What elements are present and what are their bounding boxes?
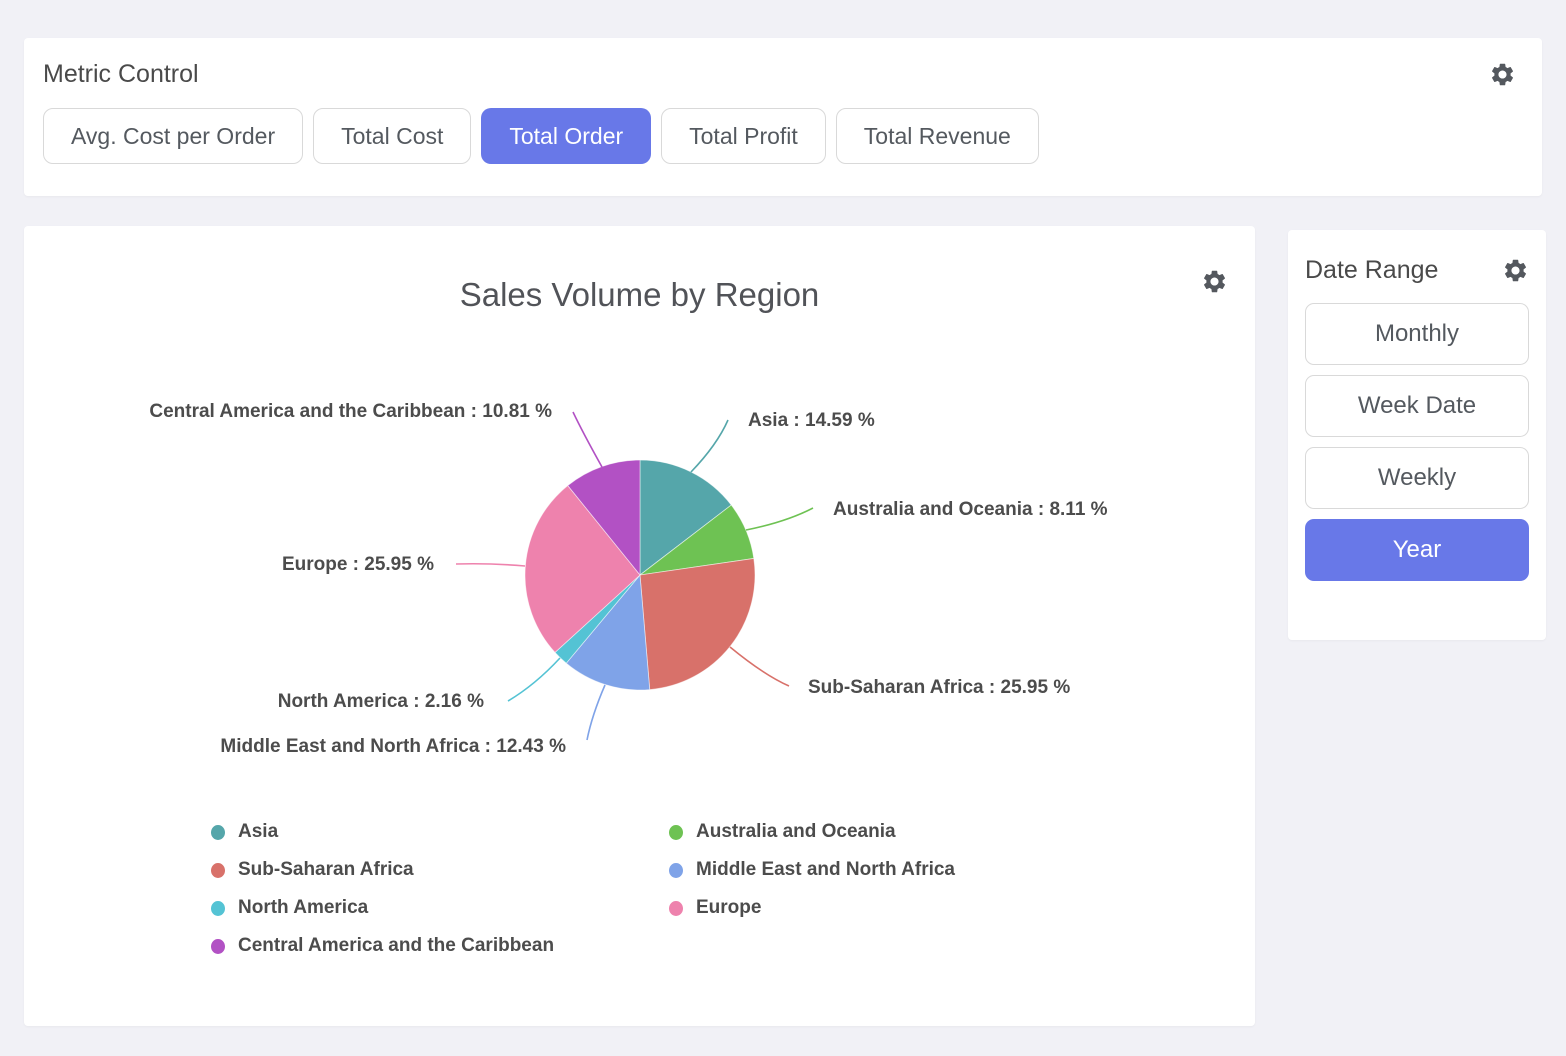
metric-control-title: Metric Control bbox=[43, 60, 199, 89]
pie-slices[interactable] bbox=[525, 460, 755, 690]
leader-line-north-america bbox=[508, 658, 560, 701]
metric-button-total-cost[interactable]: Total Cost bbox=[313, 108, 471, 164]
pie-chart[interactable] bbox=[24, 226, 1255, 1026]
legend-item-asia[interactable]: Asia bbox=[211, 813, 554, 851]
leader-line-central-america-and-the-caribbean bbox=[573, 412, 602, 467]
leader-line-sub-saharan-africa bbox=[730, 647, 789, 686]
pie-label-australia-and-oceania: Australia and Oceania : 8.11 % bbox=[833, 499, 1108, 521]
legend-item-middle-east-and-north-africa[interactable]: Middle East and North Africa bbox=[669, 851, 955, 889]
date-range-title: Date Range bbox=[1305, 256, 1438, 285]
pie-label-middle-east-and-north-africa: Middle East and North Africa : 12.43 % bbox=[220, 736, 566, 758]
metric-button-total-order[interactable]: Total Order bbox=[481, 108, 651, 164]
legend-label-central-america-and-the-caribbean: Central America and the Caribbean bbox=[238, 935, 554, 957]
legend-dot-sub-saharan-africa bbox=[211, 863, 225, 878]
legend-dot-asia bbox=[211, 825, 225, 840]
leader-line-middle-east-and-north-africa bbox=[587, 685, 605, 740]
date-range-button-monthly[interactable]: Monthly bbox=[1305, 303, 1529, 365]
pie-label-europe: Europe : 25.95 % bbox=[282, 554, 434, 576]
metric-control-header: Metric Control bbox=[43, 60, 1516, 89]
metric-control-card: Metric Control Avg. Cost per Order Total… bbox=[24, 38, 1542, 196]
legend-item-sub-saharan-africa[interactable]: Sub-Saharan Africa bbox=[211, 851, 554, 889]
pie-label-asia: Asia : 14.59 % bbox=[748, 410, 875, 432]
date-range-card: Date Range Monthly Week Date Weekly Year bbox=[1288, 230, 1546, 640]
leader-line-australia-and-oceania bbox=[746, 508, 813, 530]
metric-button-avg-cost-per-order[interactable]: Avg. Cost per Order bbox=[43, 108, 303, 164]
legend-dot-middle-east-and-north-africa bbox=[669, 863, 683, 878]
legend-label-middle-east-and-north-africa: Middle East and North Africa bbox=[696, 859, 955, 881]
gear-icon[interactable] bbox=[1489, 61, 1516, 88]
pie-label-central-america-and-the-caribbean: Central America and the Caribbean : 10.8… bbox=[149, 401, 552, 423]
sales-volume-chart-card: Sales Volume by Region Asia : 14.59 % Au… bbox=[24, 226, 1255, 1026]
gear-icon[interactable] bbox=[1502, 257, 1529, 284]
date-range-button-week-date[interactable]: Week Date bbox=[1305, 375, 1529, 437]
pie-label-sub-saharan-africa: Sub-Saharan Africa : 25.95 % bbox=[808, 677, 1070, 699]
legend-dot-central-america-and-the-caribbean bbox=[211, 939, 225, 954]
pie-slice-sub-saharan-africa[interactable] bbox=[640, 558, 755, 689]
legend-label-australia-and-oceania: Australia and Oceania bbox=[696, 821, 896, 843]
legend-label-asia: Asia bbox=[238, 821, 278, 843]
legend-label-europe: Europe bbox=[696, 897, 761, 919]
legend-dot-australia-and-oceania bbox=[669, 825, 683, 840]
legend-column-2: Australia and Oceania Middle East and No… bbox=[669, 813, 955, 927]
legend-label-sub-saharan-africa: Sub-Saharan Africa bbox=[238, 859, 414, 881]
legend-item-europe[interactable]: Europe bbox=[669, 889, 955, 927]
legend-label-north-america: North America bbox=[238, 897, 368, 919]
date-range-header: Date Range bbox=[1305, 256, 1529, 285]
date-range-button-weekly[interactable]: Weekly bbox=[1305, 447, 1529, 509]
legend-item-north-america[interactable]: North America bbox=[211, 889, 554, 927]
leader-line-asia bbox=[691, 420, 728, 472]
legend-dot-europe bbox=[669, 901, 683, 916]
legend-item-australia-and-oceania[interactable]: Australia and Oceania bbox=[669, 813, 955, 851]
legend-item-central-america-and-the-caribbean[interactable]: Central America and the Caribbean bbox=[211, 927, 554, 965]
date-range-button-group: Monthly Week Date Weekly Year bbox=[1305, 303, 1529, 581]
legend-dot-north-america bbox=[211, 901, 225, 916]
leader-line-europe bbox=[456, 564, 525, 566]
metric-button-total-revenue[interactable]: Total Revenue bbox=[836, 108, 1039, 164]
metric-button-group: Avg. Cost per Order Total Cost Total Ord… bbox=[43, 108, 1516, 164]
legend-column-1: Asia Sub-Saharan Africa North America Ce… bbox=[211, 813, 554, 965]
date-range-button-year[interactable]: Year bbox=[1305, 519, 1529, 581]
pie-label-north-america: North America : 2.16 % bbox=[278, 691, 484, 713]
metric-button-total-profit[interactable]: Total Profit bbox=[661, 108, 826, 164]
